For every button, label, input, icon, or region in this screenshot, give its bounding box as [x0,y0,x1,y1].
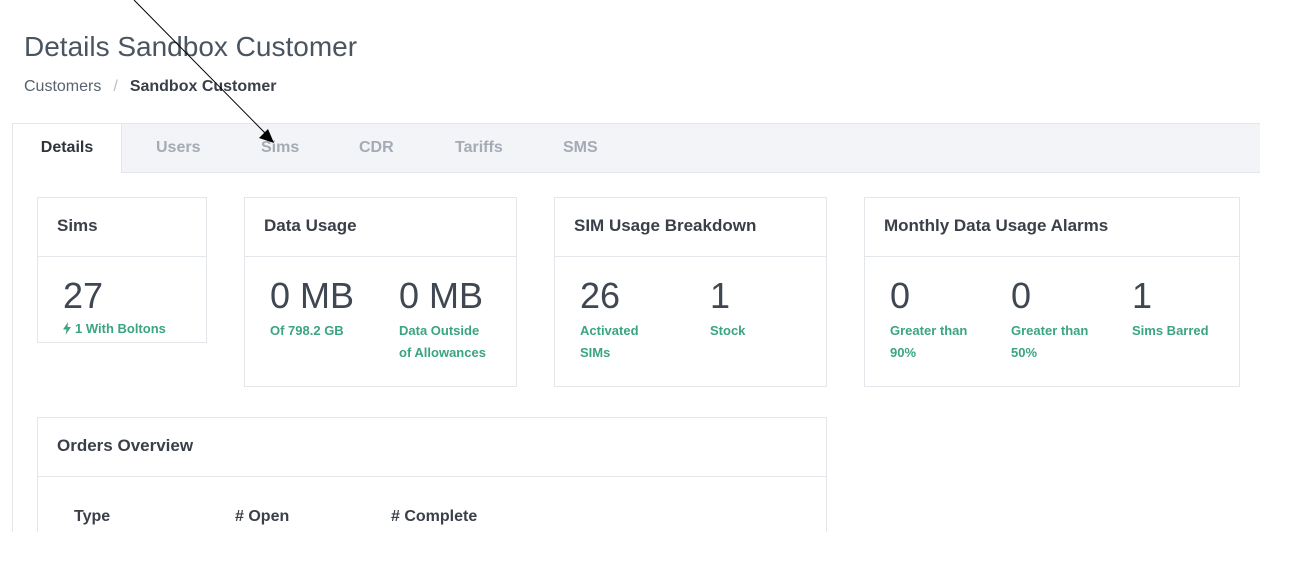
sims-stat: 27 1 With Boltons [63,276,166,342]
tab-users[interactable]: Users [156,124,200,172]
stat-label-line: Of 798.2 GB [270,323,344,338]
data-outside-stat: 0 MB Data Outside of Allowances [399,276,486,364]
stat-label-line: Sims Barred [1132,323,1209,338]
stat-label: Sims Barred [1132,320,1209,342]
stat-value: 1 [1132,275,1153,316]
card-title: Data Usage [245,198,516,257]
column-header-type[interactable]: Type [74,508,110,526]
stock-sims-stat: 1 Stock [710,276,745,342]
stat-value: 26 [580,275,621,316]
breadcrumb-separator: / [113,78,118,95]
stat-label: Data Outside of Allowances [399,320,486,364]
stat-label[interactable]: 1 With Boltons [63,318,166,342]
stat-label: Of 798.2 GB [270,320,354,342]
column-header-open[interactable]: # Open [235,508,289,526]
stat-label-line: Greater than [1011,323,1089,338]
breadcrumb-current: Sandbox Customer [129,78,277,95]
activated-sims-stat: 26 Activated SIMs [580,276,639,364]
tab-tariffs[interactable]: Tariffs [455,124,503,172]
stat-label-line: 50% [1011,345,1038,360]
stat-label-line: of Allowances [399,345,486,360]
orders-overview-card: Orders Overview Type # Open # Complete [37,417,827,532]
column-header-complete[interactable]: # Complete [391,508,477,526]
stat-value: 0 [1011,275,1032,316]
stat-value: 27 [63,275,104,316]
stat-label-line: 90% [890,345,917,360]
stat-label: Greater than 90% [890,320,967,364]
card-title: Sims [38,198,206,257]
bolt-icon [63,320,71,342]
stat-value: 0 [890,275,911,316]
stat-value: 0 MB [399,275,484,316]
data-usage-card: Data Usage 0 MB Of 798.2 GB 0 MB Data Ou… [244,197,517,387]
stat-label: Activated SIMs [580,320,639,364]
stat-value: 1 [710,275,731,316]
alarm-90-stat: 0 Greater than 90% [890,276,967,364]
sims-card: Sims 27 1 With Boltons [37,197,207,343]
tab-cdr[interactable]: CDR [359,124,394,172]
tab-details[interactable]: Details [12,124,122,173]
card-title: Monthly Data Usage Alarms [865,198,1239,257]
stat-label-line: Activated [580,323,639,338]
breadcrumb-link-customers[interactable]: Customers [24,78,101,95]
card-title: SIM Usage Breakdown [555,198,826,257]
card-title: Orders Overview [38,418,826,477]
alarm-50-stat: 0 Greater than 50% [1011,276,1088,364]
stat-value: 0 MB [270,275,355,316]
stat-label-line: Stock [710,323,746,338]
stat-label-line: SIMs [580,345,611,360]
page-title: Details Sandbox Customer [24,31,358,62]
tab-bar: Details Users Sims CDR Tariffs SMS [12,123,1260,173]
sims-barred-stat: 1 Sims Barred [1132,276,1209,342]
alarms-card: Monthly Data Usage Alarms 0 Greater than… [864,197,1240,387]
tab-sims[interactable]: Sims [261,124,299,172]
stat-label: Stock [710,320,745,342]
stat-label: Greater than 50% [1011,320,1088,364]
breadcrumb: Customers / Sandbox Customer [24,77,277,97]
data-usage-stat: 0 MB Of 798.2 GB [270,276,354,342]
stat-label-line: Data Outside [399,323,480,338]
boltons-label: 1 With Boltons [75,321,166,336]
stat-label-line: Greater than [890,323,968,338]
tab-sms[interactable]: SMS [563,124,598,172]
sim-usage-card: SIM Usage Breakdown 26 Activated SIMs 1 … [554,197,827,387]
